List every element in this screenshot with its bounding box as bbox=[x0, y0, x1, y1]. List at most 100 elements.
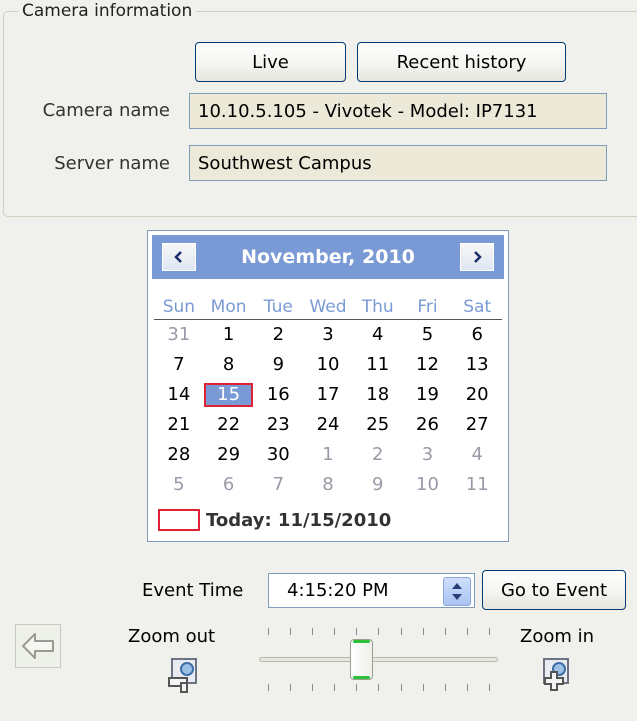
calendar-day[interactable]: 8 bbox=[204, 353, 254, 377]
calendar-day[interactable]: 24 bbox=[303, 413, 353, 437]
calendar-day[interactable]: 21 bbox=[154, 413, 204, 437]
calendar-day[interactable]: 19 bbox=[403, 383, 453, 407]
calendar-week-row: 28 29 30 1 2 3 4 bbox=[154, 443, 502, 469]
slider-tick bbox=[356, 684, 358, 691]
slider-tick bbox=[422, 628, 424, 635]
day-of-week-label: Fri bbox=[417, 297, 438, 317]
calendar-day[interactable]: 11 bbox=[353, 353, 403, 377]
slider-tick bbox=[290, 684, 292, 691]
calendar-week-row: 14 15 16 17 18 19 20 bbox=[154, 383, 502, 409]
camera-name-label: Camera name bbox=[42, 100, 170, 121]
previous-month-button[interactable] bbox=[162, 243, 196, 271]
calendar-day[interactable]: 7 bbox=[253, 473, 303, 497]
slider-tick bbox=[488, 628, 490, 635]
calendar-day[interactable]: 3 bbox=[403, 443, 453, 467]
today-marker-icon bbox=[158, 509, 200, 531]
slider-tick bbox=[378, 628, 380, 635]
calendar-day[interactable]: 1 bbox=[303, 443, 353, 467]
day-of-week-label: Sun bbox=[162, 297, 196, 317]
event-time-spinner[interactable] bbox=[443, 577, 471, 606]
calendar-day[interactable]: 20 bbox=[452, 383, 502, 407]
selected-day[interactable]: 15 bbox=[203, 383, 254, 407]
slider-ticks-top bbox=[268, 628, 490, 635]
calendar-day[interactable]: 29 bbox=[204, 443, 254, 467]
calendar-week-row: 21 22 23 24 25 26 27 bbox=[154, 413, 502, 439]
calendar-header: November, 2010 bbox=[152, 235, 504, 279]
calendar-day[interactable]: 26 bbox=[403, 413, 453, 437]
calendar-day[interactable]: 11 bbox=[452, 473, 502, 497]
spin-down-icon[interactable] bbox=[452, 594, 462, 600]
calendar-day[interactable]: 2 bbox=[353, 443, 403, 467]
server-name-field[interactable]: Southwest Campus bbox=[189, 145, 607, 181]
calendar-day[interactable]: 2 bbox=[253, 323, 303, 347]
slider-tick bbox=[290, 628, 292, 635]
back-button[interactable] bbox=[15, 624, 61, 668]
calendar-day[interactable]: 4 bbox=[353, 323, 403, 347]
calendar-day[interactable]: 31 bbox=[154, 323, 204, 347]
today-link[interactable]: Today: 11/15/2010 bbox=[158, 507, 391, 533]
calendar-day[interactable]: 9 bbox=[253, 353, 303, 377]
event-time-value[interactable]: 4:15:20 PM bbox=[287, 574, 389, 607]
calendar-day[interactable]: 28 bbox=[154, 443, 204, 467]
slider-tick bbox=[378, 684, 380, 691]
calendar-day[interactable]: 6 bbox=[204, 473, 254, 497]
calendar-day[interactable]: 25 bbox=[353, 413, 403, 437]
calendar-day[interactable]: 12 bbox=[403, 353, 453, 377]
slider-tick bbox=[268, 684, 269, 691]
calendar-day[interactable]: 13 bbox=[452, 353, 502, 377]
days-of-week-row: Sun Mon Tue Wed Thu Fri Sat bbox=[154, 295, 502, 320]
calendar-day[interactable]: 5 bbox=[154, 473, 204, 497]
chevron-right-icon bbox=[474, 251, 482, 263]
zoom-in-button[interactable] bbox=[537, 656, 575, 699]
slider-tick bbox=[444, 684, 446, 691]
slider-tick bbox=[466, 628, 468, 635]
zoom-in-label: Zoom in bbox=[520, 626, 595, 647]
recent-history-button[interactable]: Recent history bbox=[357, 42, 566, 82]
calendar-day[interactable]: 30 bbox=[253, 443, 303, 467]
calendar-day[interactable]: 8 bbox=[303, 473, 353, 497]
spin-up-icon[interactable] bbox=[452, 583, 462, 589]
calendar-day[interactable]: 18 bbox=[353, 383, 403, 407]
calendar-day[interactable]: 10 bbox=[303, 353, 353, 377]
today-label: Today: 11/15/2010 bbox=[206, 509, 392, 531]
slider-tick bbox=[312, 684, 314, 691]
chevron-left-icon bbox=[174, 251, 182, 263]
slider-tick bbox=[356, 628, 358, 635]
slider-tick bbox=[268, 628, 269, 635]
day-of-week-label: Mon bbox=[210, 297, 247, 317]
camera-name-field[interactable]: 10.10.5.105 - Vivotek - Model: IP7131 bbox=[189, 93, 607, 129]
zoom-slider-track[interactable] bbox=[259, 657, 498, 662]
camera-information-title: Camera information bbox=[18, 0, 197, 22]
calendar-day[interactable]: 4 bbox=[452, 443, 502, 467]
calendar-day[interactable]: 6 bbox=[452, 323, 502, 347]
calendar-day[interactable]: 9 bbox=[353, 473, 403, 497]
calendar-day[interactable]: 14 bbox=[154, 383, 204, 407]
slider-tick bbox=[400, 628, 402, 635]
calendar-day[interactable]: 27 bbox=[452, 413, 502, 437]
slider-tick bbox=[334, 684, 336, 691]
slider-tick bbox=[466, 684, 468, 691]
zoom-out-icon bbox=[168, 658, 197, 693]
slider-tick bbox=[334, 628, 336, 635]
zoom-out-button[interactable] bbox=[165, 656, 203, 699]
zoom-out-label: Zoom out bbox=[128, 626, 216, 647]
slider-tick bbox=[312, 628, 314, 635]
slider-tick bbox=[488, 684, 490, 691]
calendar-day[interactable]: 23 bbox=[253, 413, 303, 437]
calendar-day[interactable]: 1 bbox=[204, 323, 254, 347]
day-of-week-label: Wed bbox=[309, 297, 347, 317]
live-button[interactable]: Live bbox=[195, 42, 346, 82]
day-of-week-label: Sat bbox=[463, 297, 492, 317]
calendar-day[interactable]: 3 bbox=[303, 323, 353, 347]
calendar-day[interactable]: 22 bbox=[204, 413, 254, 437]
calendar-day[interactable]: 10 bbox=[403, 473, 453, 497]
go-to-event-button[interactable]: Go to Event bbox=[482, 570, 626, 610]
calendar-day[interactable]: 17 bbox=[303, 383, 353, 407]
calendar-day[interactable]: 7 bbox=[154, 353, 204, 377]
calendar-day[interactable]: 16 bbox=[253, 383, 303, 407]
calendar-day[interactable]: 5 bbox=[403, 323, 453, 347]
zoom-slider-thumb[interactable] bbox=[349, 639, 373, 680]
next-month-button[interactable] bbox=[460, 243, 494, 271]
event-time-picker[interactable]: 4:15:20 PM bbox=[268, 573, 475, 608]
month-calendar[interactable]: November, 2010 Sun Mon Tue Wed Thu Fri Sat 31 1… bbox=[147, 230, 509, 542]
